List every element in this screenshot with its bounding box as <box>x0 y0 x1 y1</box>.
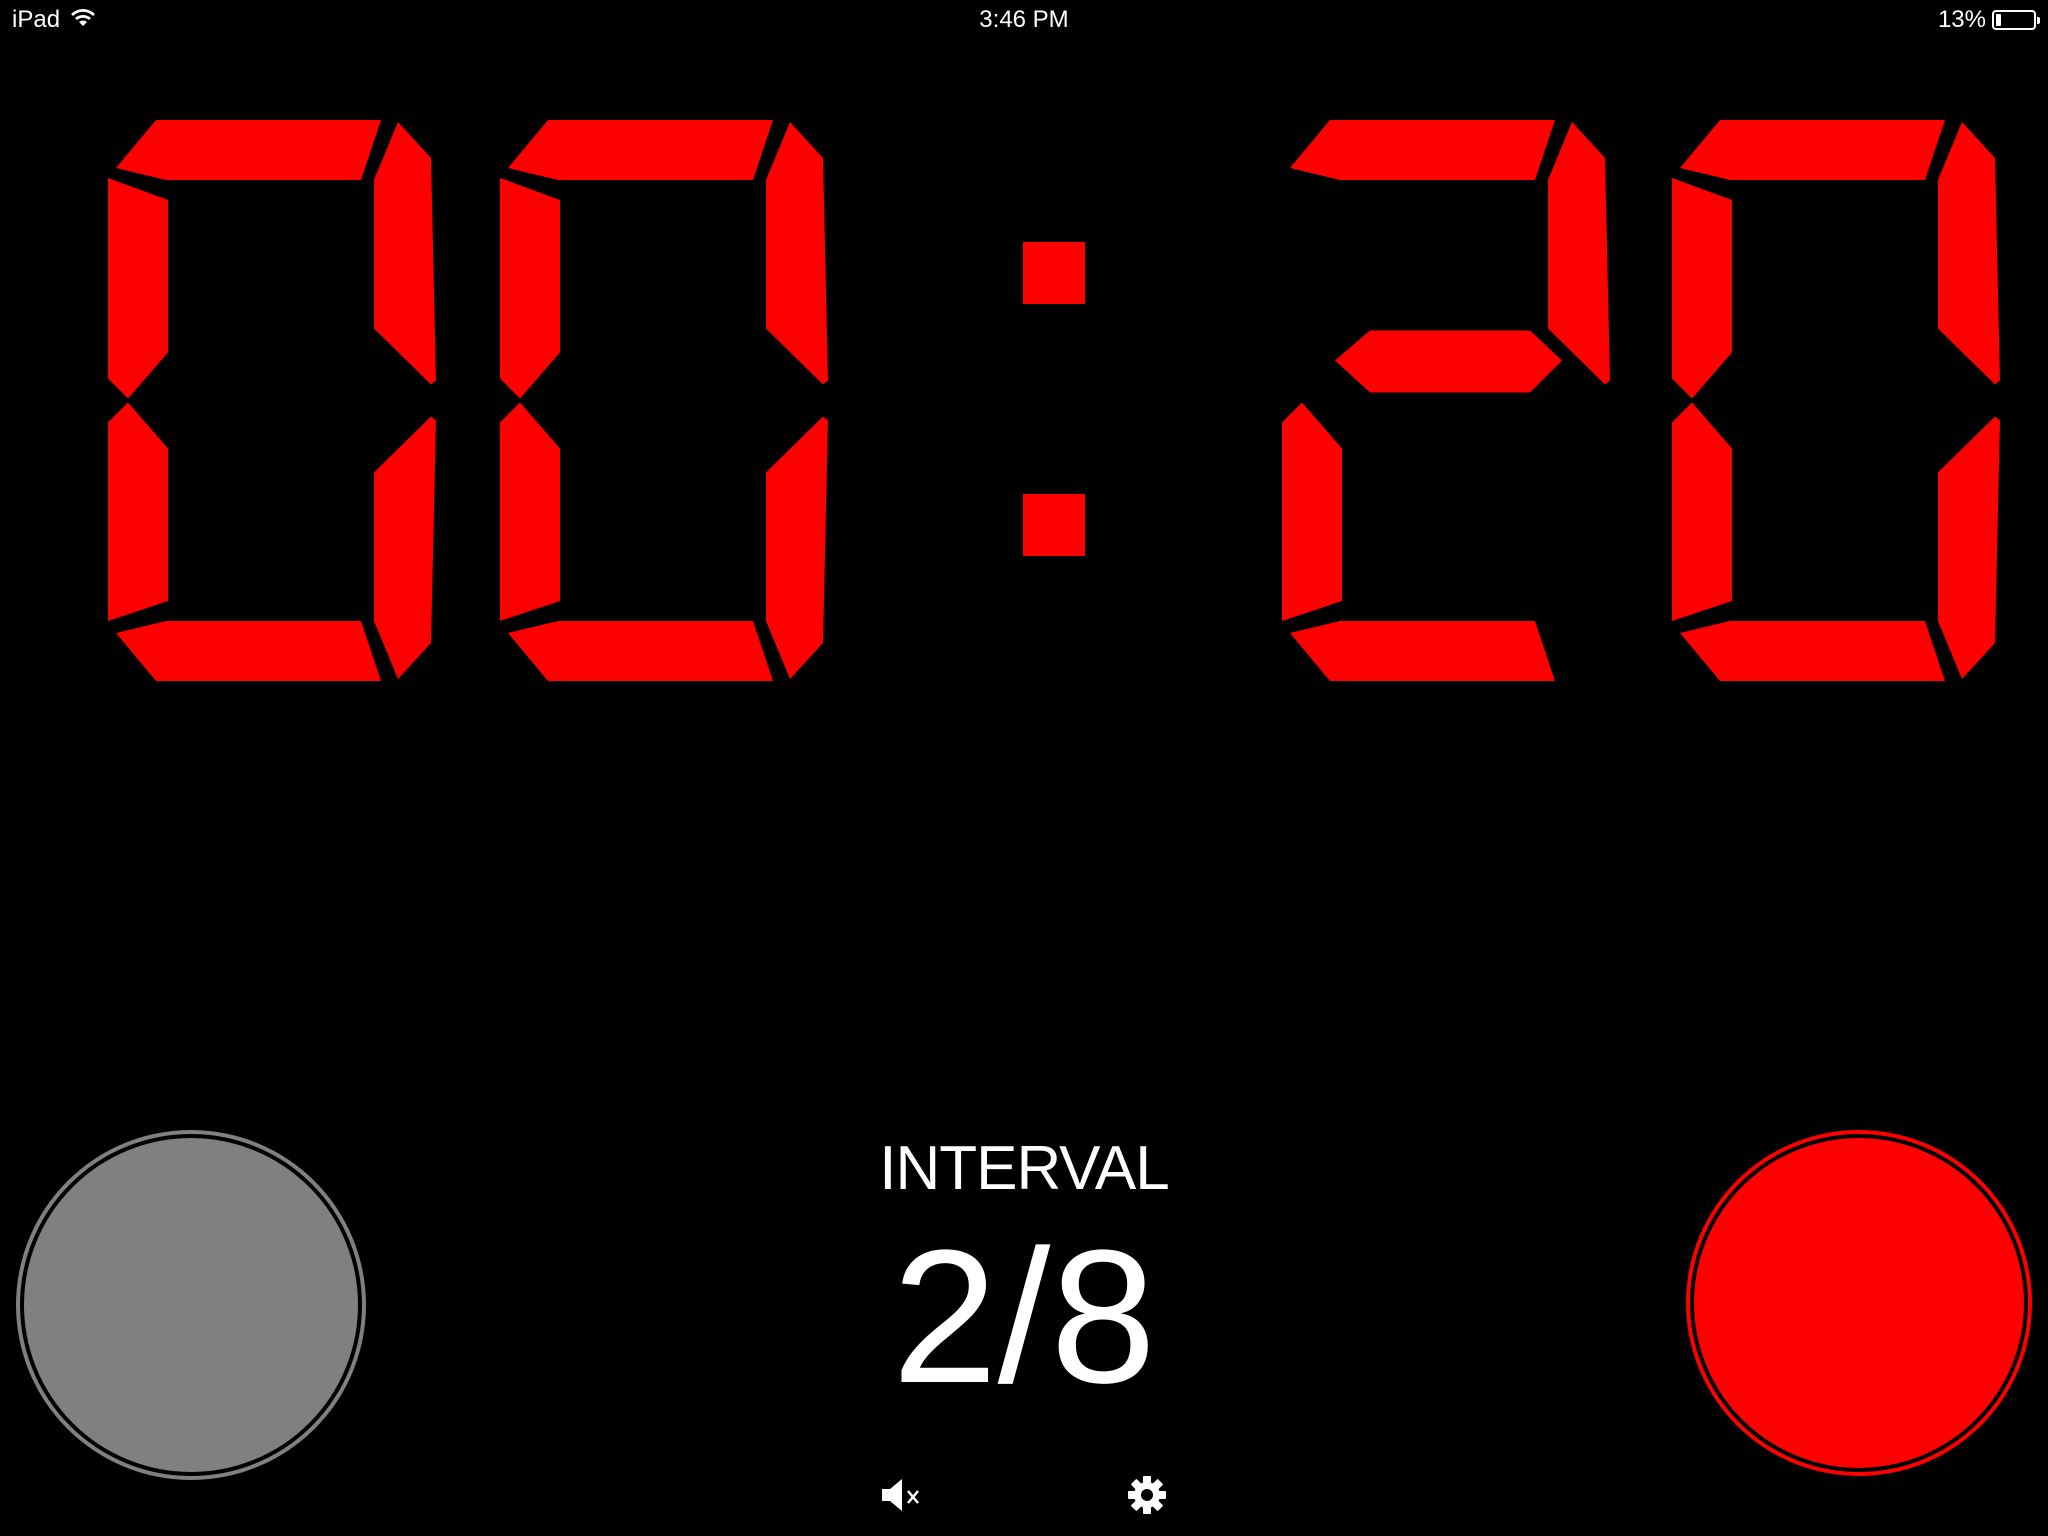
timer-colon-dot <box>1023 494 1085 556</box>
timer-segment-f <box>1672 178 1732 399</box>
timer-segment-b <box>766 122 828 385</box>
timer-segment-d <box>508 621 773 681</box>
timer-segment-b <box>1548 122 1610 385</box>
timer-segment-a <box>508 120 773 180</box>
timer-digit <box>500 120 828 681</box>
timer-segment-a <box>1290 120 1555 180</box>
timer-segment-c <box>1938 416 2000 679</box>
timer-segment-a <box>116 120 381 180</box>
timer-digit <box>1672 120 2000 681</box>
timer-digit <box>108 120 436 681</box>
timer-segment-e <box>108 402 168 621</box>
timer-segment-d <box>116 621 381 681</box>
timer-segment-g <box>1335 330 1562 393</box>
timer-segment-c <box>374 416 436 679</box>
gear-icon <box>1128 1476 1166 1514</box>
timer-segment-f <box>108 178 168 399</box>
timer-segment-c <box>766 416 828 679</box>
timer-segment-a <box>1680 120 1945 180</box>
timer-segment-b <box>374 122 436 385</box>
timer-segment-e <box>1282 402 1342 621</box>
timer-segment-d <box>1290 621 1555 681</box>
timer-segment-e <box>1672 402 1732 621</box>
settings-button[interactable] <box>1122 1470 1172 1520</box>
reset-button[interactable] <box>20 1134 362 1476</box>
timer-segment-d <box>1680 621 1945 681</box>
timer-colon-dot <box>1023 242 1085 304</box>
timer-segment-f <box>500 178 560 399</box>
timer-segment-b <box>1938 122 2000 385</box>
start-button[interactable] <box>1690 1134 2028 1472</box>
timer-segment-e <box>500 402 560 621</box>
speaker-muted-icon <box>882 1479 919 1511</box>
timer-display <box>0 0 2048 720</box>
timer-digit <box>1282 120 1610 681</box>
mute-button[interactable] <box>878 1470 928 1520</box>
timer-digits <box>108 120 2000 681</box>
